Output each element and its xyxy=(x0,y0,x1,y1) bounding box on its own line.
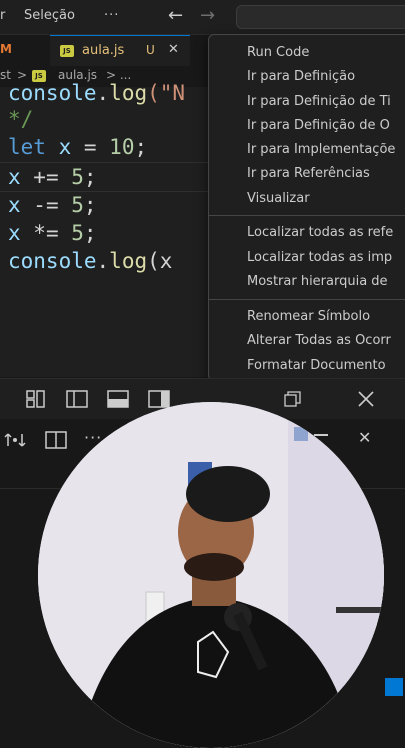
menu-run-code[interactable]: Run Code xyxy=(247,45,309,60)
menu-format-document[interactable]: Formatar Documento xyxy=(247,358,386,373)
menu-go-to-references[interactable]: Ir para Referências xyxy=(247,166,370,181)
untracked-status-badge: U xyxy=(146,43,155,57)
context-menu: Run Code Ir para Definição Ir para Defin… xyxy=(208,34,405,381)
close-panel-icon[interactable]: ✕ xyxy=(358,428,371,447)
code-line-current: x += 5; xyxy=(0,162,218,192)
presenter-video xyxy=(38,402,384,748)
tab-partial-label: M xyxy=(0,42,12,56)
menu-find-all-references[interactable]: Localizar todas as refe xyxy=(247,225,393,240)
menu-go-to-definition[interactable]: Ir para Definição xyxy=(247,69,355,84)
menu-more-button[interactable]: ··· xyxy=(104,8,119,23)
code-line: x -= 5; xyxy=(8,193,97,217)
code-line: console.log("N xyxy=(8,81,186,105)
toggle-secondary-sidebar-icon[interactable] xyxy=(148,390,170,408)
menu-divider xyxy=(209,299,405,300)
menu-show-call-hierarchy[interactable]: Mostrar hierarquia de xyxy=(247,274,388,289)
tab-label: aula.js xyxy=(82,43,125,58)
back-arrow-icon[interactable]: ← xyxy=(168,5,183,26)
menu-peek[interactable]: Visualizar xyxy=(247,191,310,206)
menu-go-to-source-definition[interactable]: Ir para Definição de O xyxy=(247,118,390,133)
toggle-panel-icon[interactable] xyxy=(107,390,129,408)
menu-rename-symbol[interactable]: Renomear Símbolo xyxy=(247,309,370,324)
menu-go-to-implementations[interactable]: Ir para Implementaçõe xyxy=(247,142,395,157)
code-line: let x = 10; xyxy=(8,135,148,159)
menu-go-to-type-definition[interactable]: Ir para Definição de Ti xyxy=(247,94,391,109)
code-line: x *= 5; xyxy=(8,221,97,245)
code-line: */ xyxy=(8,107,34,131)
menu-item-selecao[interactable]: Seleção xyxy=(24,8,75,23)
webcam-overlay xyxy=(38,402,384,748)
javascript-file-icon: JS xyxy=(60,45,74,57)
command-center-search[interactable] xyxy=(236,5,405,29)
close-tab-icon[interactable]: ✕ xyxy=(168,42,179,57)
minimize-panel-icon[interactable] xyxy=(314,434,328,436)
menu-change-all-occurrences[interactable]: Alterar Todas as Ocorr xyxy=(247,333,391,348)
restore-window-icon[interactable] xyxy=(284,391,302,407)
status-accent xyxy=(385,678,403,696)
tab-partial[interactable]: M xyxy=(0,35,48,65)
code-line: console.log(x xyxy=(8,249,173,273)
title-bar: r Seleção ··· ← → xyxy=(0,0,405,35)
toggle-primary-sidebar-icon[interactable] xyxy=(66,390,88,408)
menu-divider xyxy=(209,215,405,216)
source-control-compare-icon[interactable] xyxy=(4,431,26,449)
close-window-icon[interactable] xyxy=(357,390,375,408)
forward-arrow-icon[interactable]: → xyxy=(200,5,215,26)
tab-aula-js[interactable]: JS aula.js U ✕ xyxy=(50,35,190,66)
customize-layout-icon[interactable] xyxy=(26,390,46,408)
menu-find-all-implementations[interactable]: Localizar todas as imp xyxy=(247,250,392,265)
menu-item-partial[interactable]: r xyxy=(0,8,5,23)
split-editor-icon[interactable] xyxy=(45,431,67,449)
